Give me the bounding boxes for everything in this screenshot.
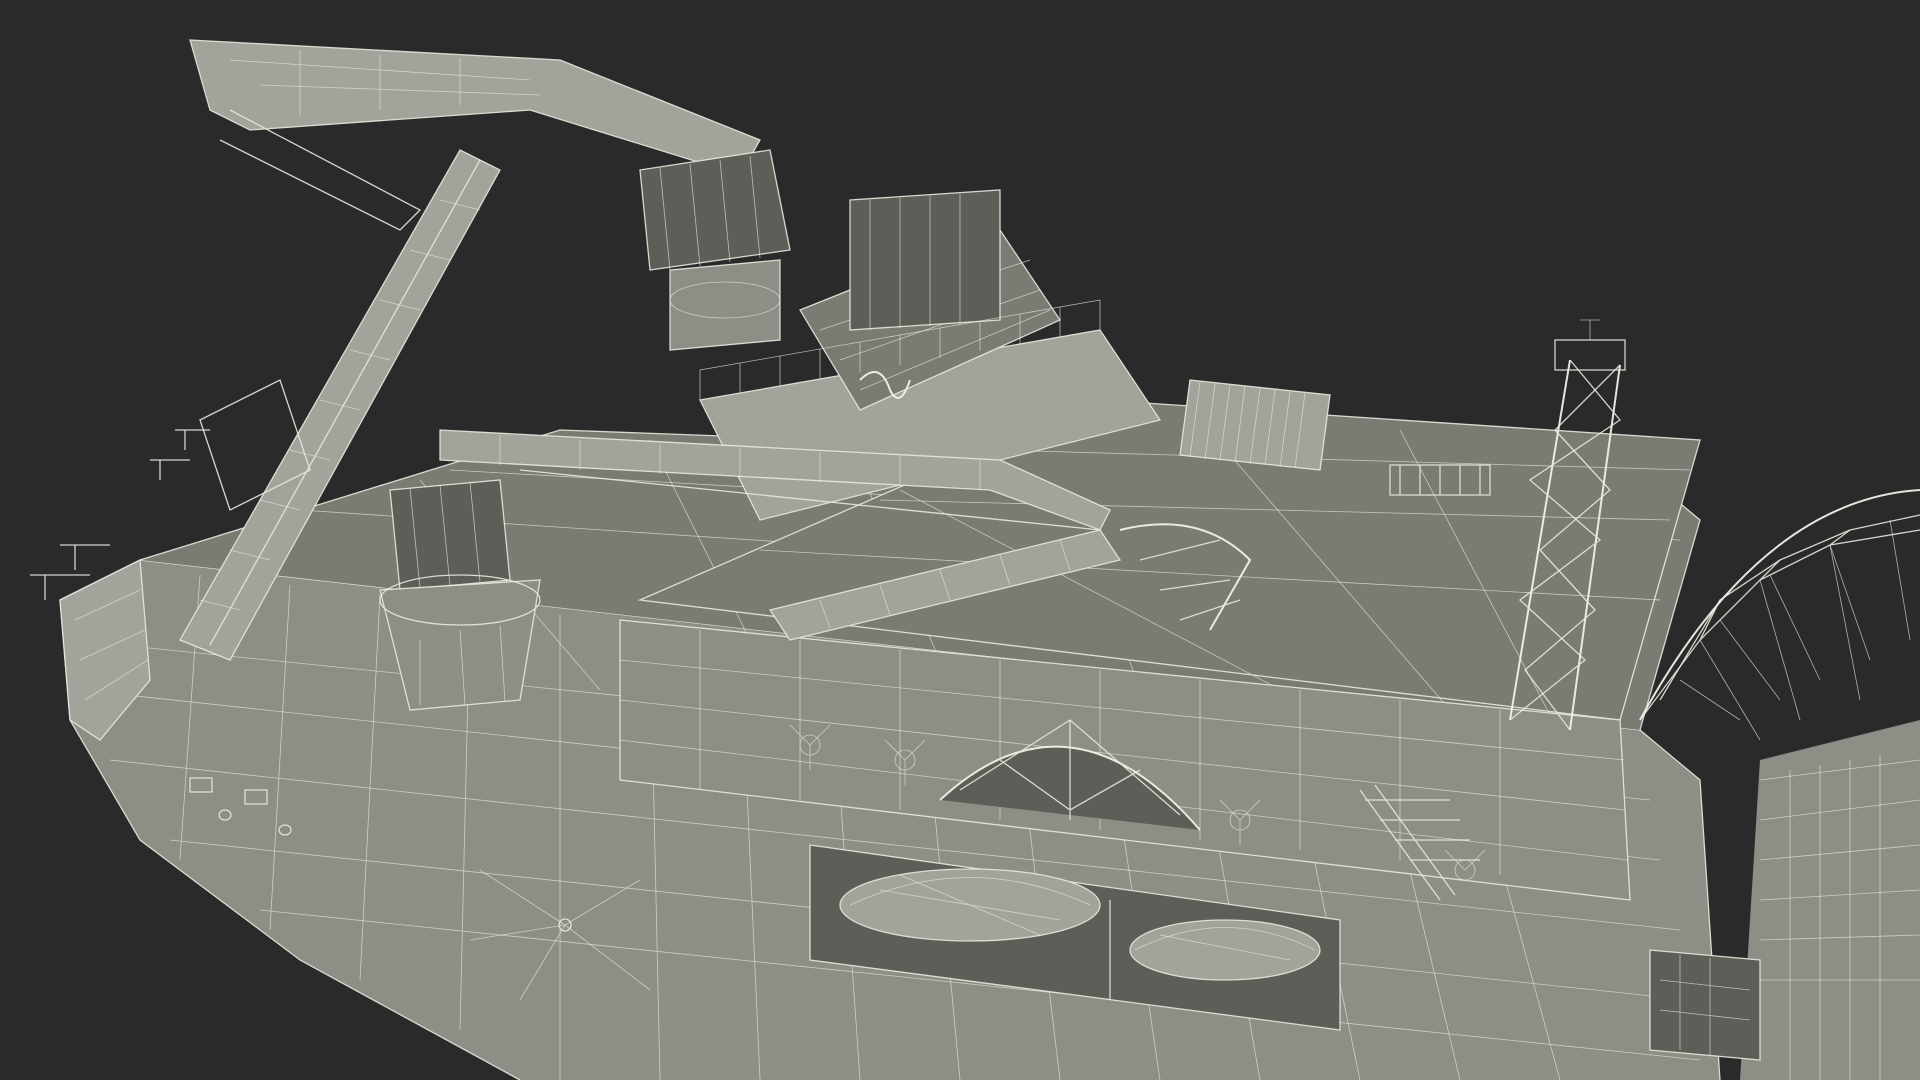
deck-container (1179, 379, 1331, 471)
stern-machinery (1649, 949, 1761, 1061)
crane-aft (189, 39, 791, 351)
ship-wireframe-model (30, 39, 1920, 1080)
render-viewport (0, 0, 1920, 1080)
